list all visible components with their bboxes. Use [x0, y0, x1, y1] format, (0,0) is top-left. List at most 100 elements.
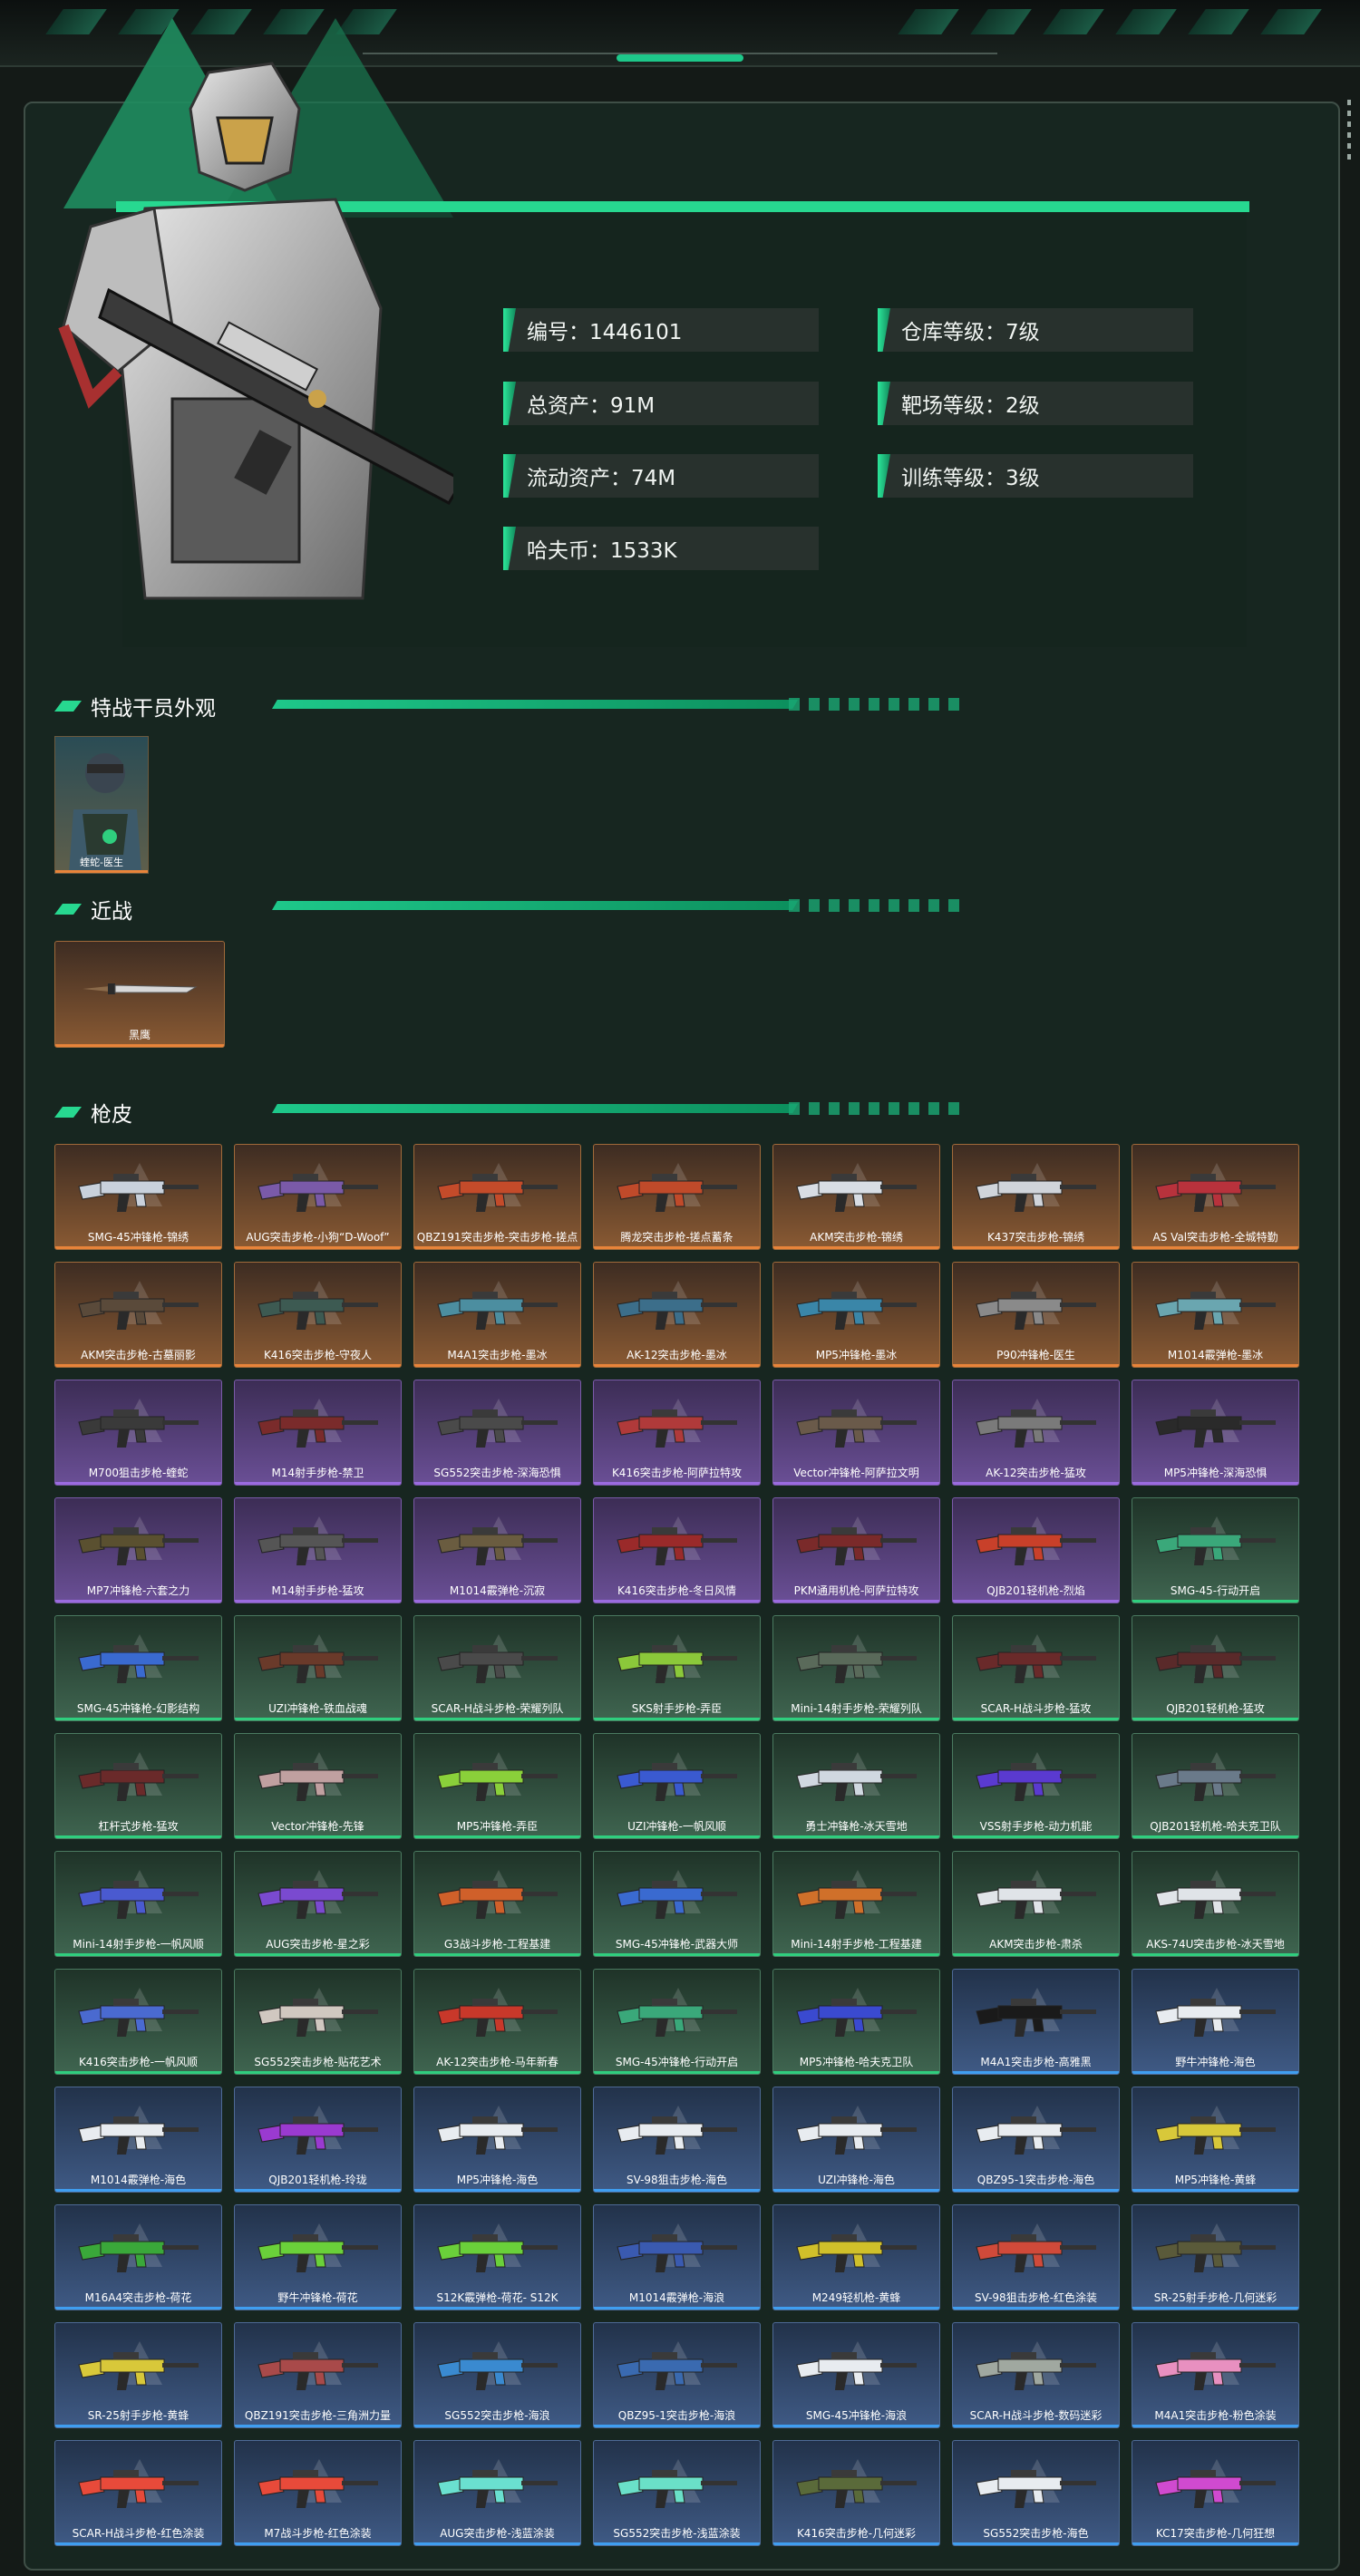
weapon-skin-card[interactable]: Mini-14射手步枪-一帆风顺 [54, 1851, 222, 1957]
weapon-skin-card[interactable]: M1014霰弹枪-海色 [54, 2087, 222, 2193]
weapon-skin-card[interactable]: AKM突击步枪-古墓丽影 [54, 1262, 222, 1368]
rifle-icon [257, 1174, 378, 1212]
weapon-skin-card[interactable]: SCAR-H战斗步枪-猛攻 [952, 1615, 1120, 1721]
weapon-skin-card[interactable]: SV-98狙击步枪-红色涂装 [952, 2204, 1120, 2310]
weapon-skin-card[interactable]: M7战斗步枪-红色涂装 [234, 2440, 402, 2546]
weapon-skin-card[interactable]: AUG突击步枪-小狗“D-Woof” [234, 1144, 402, 1250]
rifle-icon [976, 1763, 1096, 1801]
weapon-skin-card[interactable]: AKM突击步枪-肃杀 [952, 1851, 1120, 1957]
weapon-skin-card[interactable]: S12K霰弹枪-荷花- S12K [413, 2204, 581, 2310]
weapon-skin-card[interactable]: 杠杆式步枪-猛攻 [54, 1733, 222, 1839]
weapon-skin-card[interactable]: SG552突击步枪-海色 [952, 2440, 1120, 2546]
weapon-skin-card[interactable]: PKM通用机枪-阿萨拉特攻 [772, 1497, 940, 1603]
weapon-skin-card[interactable]: M14射手步枪-禁卫 [234, 1380, 402, 1486]
weapon-skin-card[interactable]: SG552突击步枪-浅蓝涂装 [593, 2440, 761, 2546]
weapon-skin-card[interactable]: Mini-14射手步枪-工程基建 [772, 1851, 940, 1957]
weapon-skin-card[interactable]: UZI冲锋枪-铁血战魂 [234, 1615, 402, 1721]
weapon-skin-name: AUG突击步枪-小狗“D-Woof” [246, 1231, 390, 1244]
agent-card[interactable]: 蝰蛇-医生 [54, 736, 149, 874]
weapon-skin-card[interactable]: SV-98狙击步枪-海色 [593, 2087, 761, 2193]
weapon-skin-card[interactable]: MP5冲锋枪-黄蜂 [1132, 2087, 1299, 2193]
agent-name: 蝰蛇-医生 [80, 857, 123, 868]
stat-marker [878, 308, 890, 352]
weapon-skin-card[interactable]: SMG-45冲锋枪-武器大师 [593, 1851, 761, 1957]
weapon-skin-card[interactable]: QBZ95-1突击步枪-海色 [952, 2087, 1120, 2193]
quality-bar [414, 1364, 580, 1367]
weapon-skin-card[interactable]: M4A1突击步枪-高雅黑 [952, 1969, 1120, 2075]
weapon-skin-card[interactable]: K416突击步枪-守夜人 [234, 1262, 402, 1368]
weapon-skin-card[interactable]: UZI冲锋枪-一帆风顺 [593, 1733, 761, 1839]
weapon-skin-card[interactable]: 野牛冲锋枪-海色 [1132, 1969, 1299, 2075]
weapon-skin-card[interactable]: AKM突击步枪-锦绣 [772, 1144, 940, 1250]
weapon-skin-card[interactable]: QJB201轻机枪-玲珑 [234, 2087, 402, 2193]
weapon-skin-card[interactable]: AK-12突击步枪-墨冰 [593, 1262, 761, 1368]
stat-label: 总资产：91M [527, 394, 656, 418]
weapon-skin-card[interactable]: MP7冲锋枪-六套之力 [54, 1497, 222, 1603]
scrollbar[interactable] [1347, 100, 1351, 163]
rifle-icon [78, 2116, 199, 2155]
weapon-skin-card[interactable]: Vector冲锋枪-先锋 [234, 1733, 402, 1839]
weapon-skin-card[interactable]: KC17突击步枪-几何狂想 [1132, 2440, 1299, 2546]
weapon-skin-card[interactable]: K416突击步枪-几何迷彩 [772, 2440, 940, 2546]
weapon-skin-card[interactable]: MP5冲锋枪-弄臣 [413, 1733, 581, 1839]
weapon-skin-card[interactable]: M16A4突击步枪-荷花 [54, 2204, 222, 2310]
rifle-icon [78, 1527, 199, 1565]
weapon-skin-card[interactable]: SR-25射手步枪-黄蜂 [54, 2322, 222, 2428]
melee-card[interactable]: 黑鹰 [54, 941, 225, 1048]
weapon-skin-card[interactable]: VSS射手步枪-动力机能 [952, 1733, 1120, 1839]
weapon-skin-card[interactable]: SKS射手步枪-弄臣 [593, 1615, 761, 1721]
weapon-skin-card[interactable]: M4A1突击步枪-墨冰 [413, 1262, 581, 1368]
weapon-skin-card[interactable]: K416突击步枪-一帆风顺 [54, 1969, 222, 2075]
weapon-skin-card[interactable]: K416突击步枪-冬日风情 [593, 1497, 761, 1603]
rifle-icon [976, 1292, 1096, 1330]
weapon-skin-card[interactable]: SMG-45冲锋枪-海浪 [772, 2322, 940, 2428]
weapon-skin-card[interactable]: M1014霰弹枪-沉寂 [413, 1497, 581, 1603]
weapon-skin-card[interactable]: M700狙击步枪-蝰蛇 [54, 1380, 222, 1486]
weapon-skin-card[interactable]: SCAR-H战斗步枪-红色涂装 [54, 2440, 222, 2546]
weapon-skin-card[interactable]: MP5冲锋枪-哈夫克卫队 [772, 1969, 940, 2075]
weapon-skin-card[interactable]: G3战斗步枪-工程基建 [413, 1851, 581, 1957]
weapon-skin-card[interactable]: AKS-74U突击步枪-冰天雪地 [1132, 1851, 1299, 1957]
weapon-skin-card[interactable]: AS Val突击步枪-全城特勤 [1132, 1144, 1299, 1250]
weapon-skin-card[interactable]: UZI冲锋枪-海色 [772, 2087, 940, 2193]
weapon-skin-card[interactable]: 腾龙突击步枪-搓点蓄条 [593, 1144, 761, 1250]
weapon-skin-card[interactable]: MP5冲锋枪-墨冰 [772, 1262, 940, 1368]
weapon-skin-card[interactable]: SG552突击步枪-贴花艺术 [234, 1969, 402, 2075]
weapon-skin-card[interactable]: SMG-45-行动开启 [1132, 1497, 1299, 1603]
weapon-skin-card[interactable]: M249轻机枪-黄蜂 [772, 2204, 940, 2310]
weapon-skin-card[interactable]: QBZ191突击步枪-三角洲力量 [234, 2322, 402, 2428]
weapon-skin-card[interactable]: SMG-45冲锋枪-幻影结构 [54, 1615, 222, 1721]
weapon-skin-card[interactable]: QJB201轻机枪-烈焰 [952, 1497, 1120, 1603]
weapon-skin-card[interactable]: QJB201轻机枪-哈夫克卫队 [1132, 1733, 1299, 1839]
weapon-skin-card[interactable]: QBZ95-1突击步枪-海浪 [593, 2322, 761, 2428]
weapon-skin-card[interactable]: QBZ191突击步枪-突击步枪-搓点 [413, 1144, 581, 1250]
weapon-skin-card[interactable]: SCAR-H战斗步枪-数码迷彩 [952, 2322, 1120, 2428]
weapon-skin-card[interactable]: MP5冲锋枪-深海恐惧 [1132, 1380, 1299, 1486]
weapon-skin-card[interactable]: M1014霰弹枪-海浪 [593, 2204, 761, 2310]
weapon-skin-card[interactable]: 野牛冲锋枪-荷花 [234, 2204, 402, 2310]
weapon-skin-card[interactable]: P90冲锋枪-医生 [952, 1262, 1120, 1368]
weapon-skin-card[interactable]: Vector冲锋枪-阿萨拉文明 [772, 1380, 940, 1486]
weapon-skin-card[interactable]: SCAR-H战斗步枪-荣耀列队 [413, 1615, 581, 1721]
weapon-skin-card[interactable]: 勇士冲锋枪-冰天雪地 [772, 1733, 940, 1839]
weapon-skin-card[interactable]: MP5冲锋枪-海色 [413, 2087, 581, 2193]
weapon-skin-card[interactable]: SG552突击步枪-海浪 [413, 2322, 581, 2428]
weapon-skin-card[interactable]: K416突击步枪-阿萨拉特攻 [593, 1380, 761, 1486]
weapon-skin-card[interactable]: SMG-45冲锋枪-行动开启 [593, 1969, 761, 2075]
quality-bar [953, 1246, 1119, 1249]
weapon-skin-card[interactable]: M1014霰弹枪-墨冰 [1132, 1262, 1299, 1368]
weapon-skin-card[interactable]: SR-25射手步枪-几何迷彩 [1132, 2204, 1299, 2310]
weapon-skin-card[interactable]: AK-12突击步枪-猛攻 [952, 1380, 1120, 1486]
weapon-skin-card[interactable]: M4A1突击步枪-粉色涂装 [1132, 2322, 1299, 2428]
weapon-skin-card[interactable]: AK-12突击步枪-马年新春 [413, 1969, 581, 2075]
weapon-skin-card[interactable]: Mini-14射手步枪-荣耀列队 [772, 1615, 940, 1721]
weapon-skin-card[interactable]: AUG突击步枪-星之彩 [234, 1851, 402, 1957]
weapon-skin-card[interactable]: QJB201轻机枪-猛攻 [1132, 1615, 1299, 1721]
weapon-skin-card[interactable]: M14射手步枪-猛攻 [234, 1497, 402, 1603]
weapon-skin-card[interactable]: SMG-45冲锋枪-锦绣 [54, 1144, 222, 1250]
weapon-skin-card[interactable]: SG552突击步枪-深海恐惧 [413, 1380, 581, 1486]
section-bar-fill [272, 700, 798, 709]
weapon-skin-card[interactable]: K437突击步枪-锦绣 [952, 1144, 1120, 1250]
weapon-skin-name: QBZ95-1突击步枪-海浪 [617, 2409, 736, 2422]
weapon-skin-card[interactable]: AUG突击步枪-浅蓝涂装 [413, 2440, 581, 2546]
